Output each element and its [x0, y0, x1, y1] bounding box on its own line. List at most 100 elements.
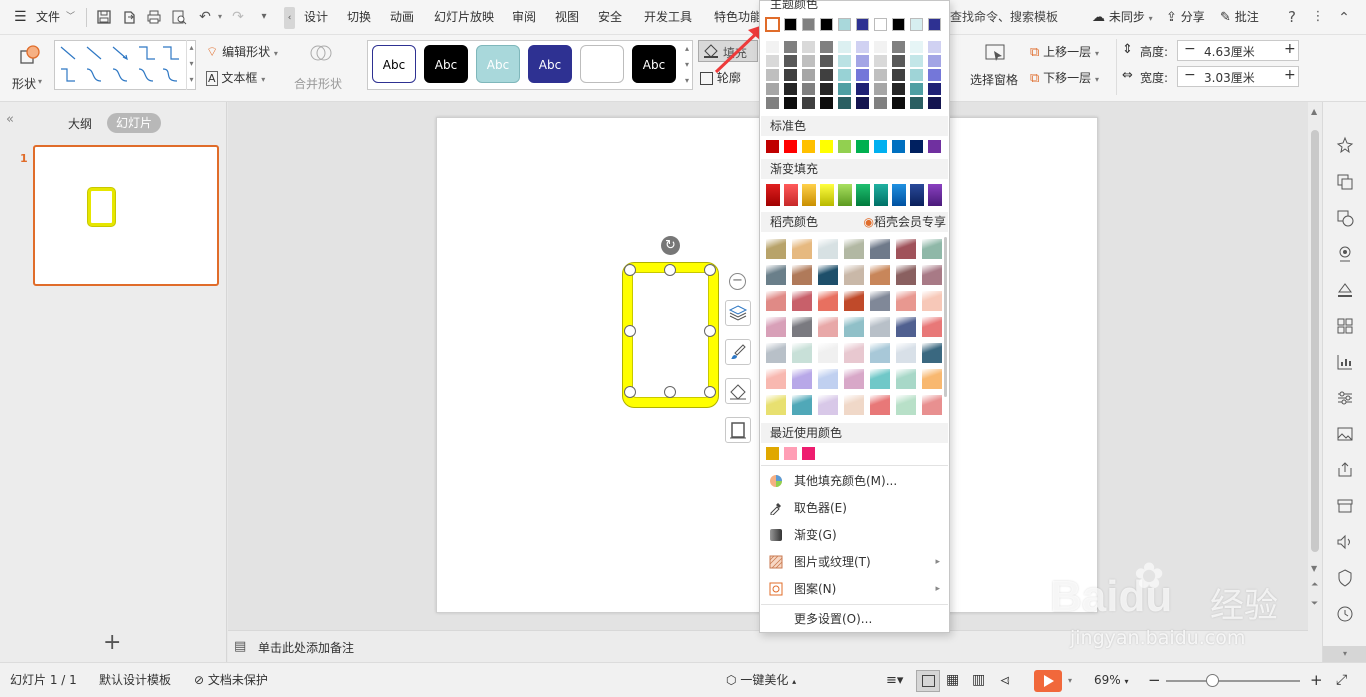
docer-color-swatch[interactable]: [792, 239, 812, 259]
outline-float-button[interactable]: [725, 417, 751, 443]
standard-color-swatch[interactable]: [802, 140, 815, 153]
file-menu[interactable]: ☰ 文件 ﹀: [14, 0, 78, 35]
docer-color-swatch[interactable]: [792, 265, 812, 285]
recent-color-swatch[interactable]: [802, 447, 815, 460]
docer-color-swatch[interactable]: [766, 317, 786, 337]
fill-float-button[interactable]: [725, 378, 751, 404]
theme-shade-swatch[interactable]: [874, 69, 887, 81]
docer-color-swatch[interactable]: [844, 291, 864, 311]
shield-icon[interactable]: [1335, 568, 1355, 588]
docer-color-swatch[interactable]: [870, 395, 890, 415]
docer-color-swatch[interactable]: [844, 265, 864, 285]
resize-handle[interactable]: [704, 325, 716, 337]
more-settings-item[interactable]: 更多设置(O)...: [761, 606, 948, 633]
theme-shade-swatch[interactable]: [784, 97, 797, 109]
theme-color-swatch[interactable]: [838, 18, 851, 31]
docer-color-swatch[interactable]: [870, 239, 890, 259]
theme-shade-swatch[interactable]: [766, 41, 779, 53]
gradient-swatch[interactable]: [838, 184, 852, 206]
standard-color-swatch[interactable]: [892, 140, 905, 153]
theme-shade-swatch[interactable]: [784, 69, 797, 81]
document-protection[interactable]: ⊘ 文档未保护: [194, 663, 268, 697]
docer-color-swatch[interactable]: [922, 317, 942, 337]
docer-color-swatch[interactable]: [844, 317, 864, 337]
next-slide-icon[interactable]: ⏷: [1311, 599, 1318, 609]
bring-forward-button[interactable]: ⧉ 上移一层 ▾: [1030, 43, 1099, 61]
print-icon[interactable]: [146, 9, 162, 25]
fill-pane-icon[interactable]: [1335, 280, 1355, 300]
increase-icon[interactable]: +: [1284, 67, 1296, 83]
docer-color-swatch[interactable]: [870, 265, 890, 285]
shape-style-3[interactable]: Abc: [528, 45, 572, 83]
theme-shade-swatch[interactable]: [910, 41, 923, 53]
theme-shade-swatch[interactable]: [766, 97, 779, 109]
theme-shade-swatch[interactable]: [856, 41, 869, 53]
theme-shade-swatch[interactable]: [766, 83, 779, 95]
theme-shade-swatch[interactable]: [910, 69, 923, 81]
theme-shade-swatch[interactable]: [820, 83, 833, 95]
docer-vip-badge[interactable]: ◉稻壳会员专享: [864, 212, 947, 232]
docer-color-swatch[interactable]: [792, 317, 812, 337]
theme-shade-swatch[interactable]: [838, 41, 851, 53]
tab-1[interactable]: 切换: [347, 0, 371, 35]
resize-handle[interactable]: [704, 386, 716, 398]
scroll-up-icon[interactable]: ▲: [1311, 107, 1317, 116]
menu-item-palette[interactable]: 其他填充颜色(M)...: [761, 468, 948, 495]
theme-color-swatch[interactable]: [928, 18, 941, 31]
theme-shade-swatch[interactable]: [856, 97, 869, 109]
textbox-button[interactable]: A 文本框 ▾: [206, 69, 265, 87]
export-share-icon[interactable]: [1335, 460, 1355, 480]
standard-color-swatch[interactable]: [910, 140, 923, 153]
slide-thumbnail[interactable]: [33, 145, 219, 286]
docer-color-swatch[interactable]: [818, 343, 838, 363]
docer-color-swatch[interactable]: [922, 239, 942, 259]
tab-outline[interactable]: 大纲: [68, 115, 92, 132]
docer-color-swatch[interactable]: [870, 317, 890, 337]
chart-icon[interactable]: [1335, 352, 1355, 372]
docer-color-swatch[interactable]: [766, 239, 786, 259]
shape-style-1[interactable]: Abc: [424, 45, 468, 83]
command-search[interactable]: 查找命令、搜索模板: [950, 0, 1058, 35]
recent-color-swatch[interactable]: [766, 447, 779, 460]
gradient-swatch[interactable]: [874, 184, 888, 206]
layer-button[interactable]: [725, 300, 751, 326]
theme-shade-swatch[interactable]: [892, 55, 905, 67]
theme-shade-swatch[interactable]: [892, 97, 905, 109]
theme-shade-swatch[interactable]: [802, 41, 815, 53]
send-backward-button[interactable]: ⧉ 下移一层 ▾: [1030, 69, 1099, 87]
resize-handle[interactable]: [704, 264, 716, 276]
zoom-slider[interactable]: [1166, 674, 1300, 687]
tab-5[interactable]: 视图: [555, 0, 579, 35]
decrease-icon[interactable]: −: [1184, 67, 1196, 83]
resize-handle[interactable]: [664, 386, 676, 398]
play-slideshow-button[interactable]: [1034, 670, 1062, 692]
height-value[interactable]: 4.63厘米: [1204, 43, 1255, 60]
docer-color-swatch[interactable]: [844, 343, 864, 363]
theme-color-swatch[interactable]: [820, 18, 833, 31]
width-stepper[interactable]: − 3.03厘米 +: [1177, 66, 1299, 87]
image-icon[interactable]: [1335, 424, 1355, 444]
gradient-swatch[interactable]: [820, 184, 834, 206]
docer-color-swatch[interactable]: [896, 369, 916, 389]
docer-color-swatch[interactable]: [844, 369, 864, 389]
location-icon[interactable]: [1335, 244, 1355, 264]
print-preview-icon[interactable]: [171, 9, 187, 25]
docer-color-swatch[interactable]: [844, 395, 864, 415]
resize-handle[interactable]: [664, 264, 676, 276]
docer-color-swatch[interactable]: [896, 239, 916, 259]
gradient-swatch[interactable]: [928, 184, 942, 206]
docer-color-swatch[interactable]: [922, 395, 942, 415]
play-options-icon[interactable]: ▾: [1068, 663, 1072, 697]
theme-shade-swatch[interactable]: [910, 97, 923, 109]
shape-effects-icon[interactable]: [1335, 208, 1355, 228]
menu-item-eyedropper[interactable]: 取色器(E): [761, 495, 948, 522]
docer-color-swatch[interactable]: [818, 317, 838, 337]
collapse-panel-icon[interactable]: «: [6, 112, 14, 127]
theme-shade-swatch[interactable]: [928, 97, 941, 109]
normal-view-button[interactable]: [916, 670, 940, 692]
theme-color-swatch[interactable]: [892, 18, 905, 31]
tab-3[interactable]: 幻灯片放映: [434, 0, 494, 35]
zoom-in-icon[interactable]: +: [1310, 663, 1323, 697]
line-shapes-gallery[interactable]: [54, 40, 196, 90]
history-icon[interactable]: [1335, 604, 1355, 624]
